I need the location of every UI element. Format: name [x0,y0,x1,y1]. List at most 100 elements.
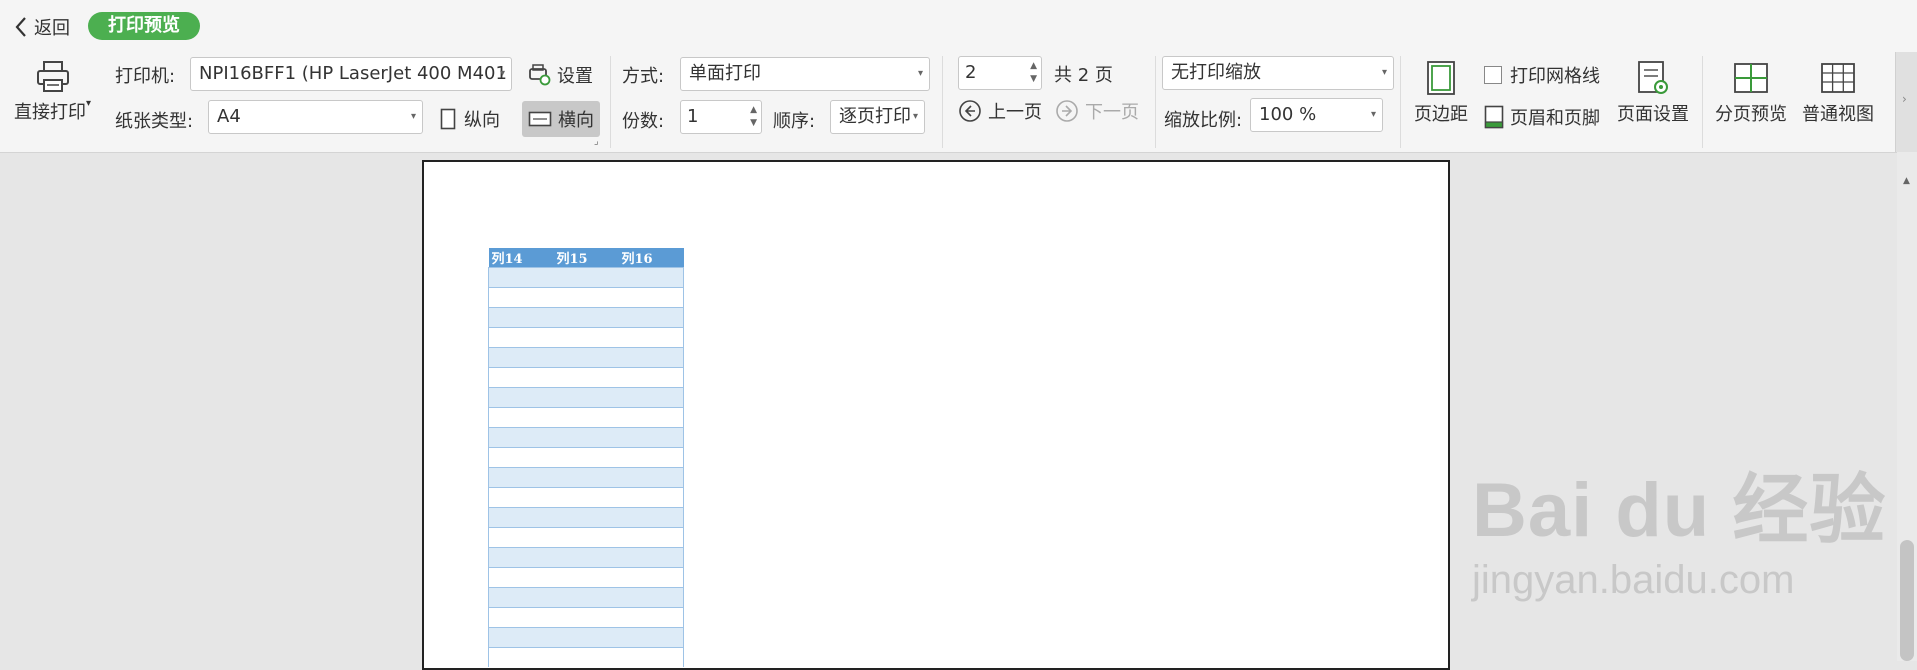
table-cell [618,307,684,328]
print-method-select[interactable]: 单面打印 ▾ [680,57,930,91]
table-row [488,407,684,428]
arrow-right-circle-icon [1056,100,1078,122]
dropdown-arrow-icon: ▾ [917,68,923,79]
table-row [488,467,684,488]
toolbar-scroll-right[interactable]: › [1895,52,1917,152]
spin-down-icon[interactable]: ▼ [750,118,757,128]
landscape-label: 横向 [558,110,594,131]
table-cell [488,527,554,548]
scale-mode-select[interactable]: 无打印缩放 ▾ [1162,56,1394,90]
table-cell [488,587,554,608]
table-cell [553,507,619,528]
dropdown-arrow-icon: ▾ [1381,67,1387,78]
direct-print-label: 直接打印 [14,102,86,123]
table-cell [553,447,619,468]
direct-print-button[interactable]: 直接打印▾ [14,60,91,124]
spin-up-icon[interactable]: ▲ [750,105,757,115]
margins-button[interactable]: 页边距 [1414,60,1468,126]
toolbar-divider [1400,56,1401,148]
portrait-button[interactable]: 纵向 [440,106,500,132]
chevron-right-icon: › [1902,92,1907,106]
table-cell [618,447,684,468]
table-row [488,347,684,368]
table-cell [553,267,619,288]
table-cell [488,267,554,288]
table-cell [553,567,619,588]
table-cell [618,547,684,568]
next-page-button[interactable]: 下一页 [1055,98,1139,124]
table-row [488,587,684,608]
group-expand-icon[interactable]: ⌟ [594,136,599,147]
normal-view-button[interactable]: 普通视图 [1802,60,1874,126]
toolbar-divider [610,56,611,148]
vertical-scrollbar[interactable]: ▲ [1897,152,1917,661]
table-body [488,267,684,667]
order-value: 逐页打印 [839,106,911,127]
table-cell [618,367,684,388]
table-cell [618,427,684,448]
table-header-row: 列14 列15 列16 [488,248,684,268]
table-cell [553,467,619,488]
page-number-value: 2 [965,62,977,83]
table-cell [488,287,554,308]
page-setup-icon [1638,61,1668,94]
table-cell [618,267,684,288]
normal-view-label: 普通视图 [1802,104,1874,125]
method-label: 方式: [622,66,665,87]
total-pages-label: 共 2 页 [1054,65,1113,86]
page-break-preview-label: 分页预览 [1715,104,1787,125]
table-row [488,267,684,288]
table-row [488,487,684,508]
page-break-preview-button[interactable]: 分页预览 [1715,60,1787,126]
table-cell [618,327,684,348]
printer-select[interactable]: NPI16BFF1 (HP LaserJet 400 M401 ▾ [190,57,512,91]
print-order-select[interactable]: 逐页打印 ▾ [830,100,925,134]
table-cell [488,307,554,328]
table-cell [553,627,619,648]
scale-ratio-select[interactable]: 100 % ▾ [1250,98,1383,132]
table-cell [618,527,684,548]
page-number-stepper[interactable]: 2 ▲ ▼ [958,56,1042,90]
previous-page-button[interactable]: 上一页 [958,98,1042,124]
spreadsheet-table: 列14 列15 列16 [488,248,684,667]
table-cell [488,487,554,508]
header-footer-button[interactable]: 页眉和页脚 [1484,104,1600,130]
scroll-up-arrow-icon[interactable]: ▲ [1903,176,1910,186]
printer-icon [36,61,69,92]
chevron-left-icon [15,17,26,37]
table-cell [618,287,684,308]
table-cell [488,627,554,648]
table-cell [488,467,554,488]
table-cell [618,587,684,608]
table-cell [553,327,619,348]
landscape-button[interactable]: 横向 [522,101,600,137]
portrait-label: 纵向 [464,110,500,131]
copies-value: 1 [687,106,699,127]
table-row [488,567,684,588]
scale-ratio-label: 缩放比例: [1164,110,1243,131]
page-setup-button[interactable]: 页面设置 [1617,60,1689,126]
scrollbar-thumb[interactable] [1900,540,1914,661]
print-gridlines-checkbox[interactable]: 打印网格线 [1484,62,1600,88]
table-row [488,427,684,448]
portrait-page-icon [440,108,456,130]
table-cell [553,607,619,628]
dropdown-caret-icon: ▾ [86,98,92,109]
copies-stepper[interactable]: 1 ▲ ▼ [680,100,762,134]
table-row [488,647,684,667]
paper-value: A4 [217,106,241,127]
paper-type-select[interactable]: A4 ▾ [208,100,423,134]
page-setup-label: 页面设置 [1617,104,1689,125]
toolbar-divider [1702,56,1703,148]
table-cell [488,547,554,568]
spin-up-icon[interactable]: ▲ [1030,61,1037,71]
scale-ratio-value: 100 % [1259,104,1317,125]
table-cell [553,307,619,328]
table-cell [618,627,684,648]
settings-label: 设置 [557,66,593,87]
page-break-icon [1734,63,1768,93]
spin-down-icon[interactable]: ▼ [1030,74,1037,84]
print-gridlines-label: 打印网格线 [1510,66,1600,87]
printer-settings-button[interactable]: 设置 [527,62,593,88]
back-button[interactable]: 返回 [14,12,70,42]
